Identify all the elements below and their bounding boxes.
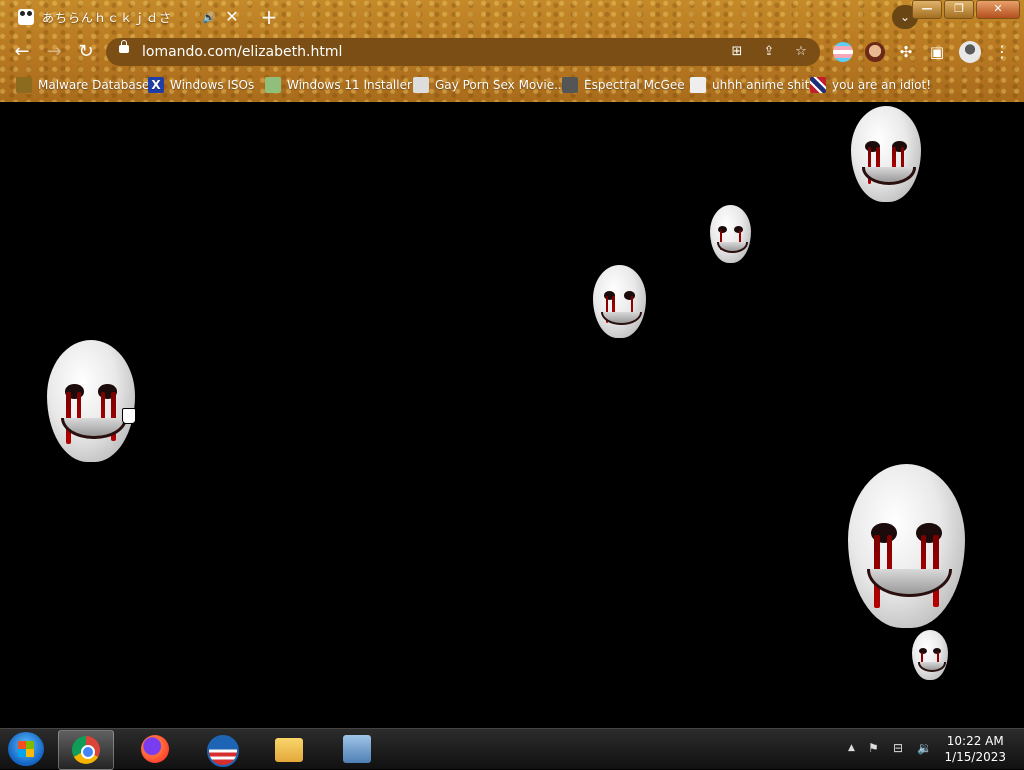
mask-image — [710, 205, 751, 263]
bookmark-label: Espectral McGee — [584, 78, 685, 92]
tab-close-icon[interactable]: ✕ — [224, 9, 240, 25]
face-extension-icon[interactable] — [865, 42, 885, 62]
url-text[interactable]: lomando.com/elizabeth.html — [142, 44, 342, 60]
navigation-toolbar: ← → ↻ lomando.com/elizabeth.html ⊞ ⇪ ☆ ✣… — [0, 34, 1024, 70]
taskbar: ▲ ⚑ ⊟ 🔉 10:22 AM 1/15/2023 — [0, 728, 1024, 770]
minimize-button[interactable]: — — [912, 0, 942, 19]
obama-icon — [207, 735, 239, 767]
tab-title: あちらんｈｃｋｊｄさ — [42, 10, 173, 25]
bookmark-you-are-an-idiot[interactable]: you are an idiot! — [810, 76, 931, 94]
file-explorer-icon — [275, 738, 303, 762]
taskbar-installer[interactable] — [330, 730, 384, 768]
reload-button[interactable]: ↻ — [74, 40, 98, 64]
profile-avatar-icon[interactable] — [959, 41, 981, 63]
back-button[interactable]: ← — [10, 40, 34, 64]
new-tab-button[interactable]: + — [258, 6, 280, 28]
bookmark-malware-database[interactable]: Malware Database — [16, 76, 149, 94]
x-icon: X — [148, 77, 164, 93]
start-orb-icon[interactable] — [8, 732, 44, 766]
bookmark-label: Windows ISOs — [170, 78, 255, 92]
system-clock[interactable]: 10:22 AM 1/15/2023 — [944, 733, 1006, 765]
tray-expand-icon[interactable]: ▲ — [848, 743, 855, 753]
clock-time: 10:22 AM — [946, 734, 1004, 748]
taskbar-firefox[interactable] — [128, 730, 182, 768]
tab-bar: あちらんｈｃｋｊｄさ 🔊 ✕ + ⌄ — ❐ ✕ — [0, 0, 1024, 34]
hand-cursor-icon — [122, 408, 136, 424]
share-icon[interactable]: ⇪ — [760, 43, 778, 61]
installer-icon — [265, 77, 281, 93]
bookmark-anime[interactable]: uhhh anime shit — [690, 76, 809, 94]
mask-image — [593, 265, 646, 338]
site-icon — [413, 77, 429, 93]
action-center-flag-icon[interactable]: ⚑ — [868, 741, 879, 755]
forward-button[interactable]: → — [42, 40, 66, 64]
bookmarks-bar: Malware Database X Windows ISOs Windows … — [0, 70, 1024, 100]
firefox-icon — [141, 735, 169, 763]
browser-window-frame: あちらんｈｃｋｊｄさ 🔊 ✕ + ⌄ — ❐ ✕ ← → ↻ lomando.c… — [0, 0, 1024, 102]
taskbar-chrome[interactable] — [58, 730, 114, 770]
puzzle-extension-icon[interactable]: ✣ — [897, 43, 915, 61]
bookmark-label: uhhh anime shit — [712, 78, 810, 92]
bookmark-label: Windows 11 Installer — [287, 78, 412, 92]
anime-icon — [690, 77, 706, 93]
bookmark-windows-isos[interactable]: X Windows ISOs — [148, 76, 254, 94]
restore-button[interactable]: ❐ — [944, 0, 974, 19]
installer-icon — [343, 735, 371, 763]
side-panel-icon[interactable]: ▣ — [928, 43, 946, 61]
mask-image — [851, 106, 921, 202]
network-icon[interactable]: ⊟ — [893, 741, 903, 755]
address-bar[interactable]: lomando.com/elizabeth.html ⊞ ⇪ ☆ — [106, 38, 820, 66]
bookmark-star-icon[interactable]: ☆ — [792, 43, 810, 61]
menu-kebab-icon[interactable]: ⋮ — [993, 43, 1011, 61]
volume-icon[interactable]: 🔉 — [917, 741, 932, 755]
bookmark-site[interactable]: Gay Porn Sex Movie... — [413, 76, 566, 94]
flag-icon — [810, 77, 826, 93]
translate-icon[interactable]: ⊞ — [728, 43, 746, 61]
bookmark-espectral-mcgee[interactable]: Espectral McGee — [562, 76, 685, 94]
tab-active[interactable]: あちらんｈｃｋｊｄさ 🔊 ✕ — [8, 2, 248, 32]
bookmark-windows-11-installer[interactable]: Windows 11 Installer — [265, 76, 412, 94]
taskbar-obama[interactable] — [194, 730, 248, 768]
trans-flag-extension-icon[interactable] — [833, 42, 853, 62]
clock-date: 1/15/2023 — [944, 750, 1006, 764]
bookmark-label: Gay Porn Sex Movie... — [435, 78, 566, 92]
cat-icon — [562, 77, 578, 93]
bookmark-label: Malware Database — [38, 78, 150, 92]
page-content — [0, 102, 1024, 728]
mask-image — [912, 630, 948, 680]
mask-image — [47, 340, 135, 462]
lock-icon[interactable] — [119, 40, 129, 53]
mask-image — [848, 464, 965, 628]
close-window-button[interactable]: ✕ — [976, 0, 1020, 19]
taskbar-file-explorer[interactable] — [262, 730, 316, 768]
bookmark-label: you are an idiot! — [832, 78, 931, 92]
window-controls: — ❐ ✕ — [910, 0, 1020, 19]
tab-favicon-icon — [18, 9, 34, 25]
folder-icon — [16, 77, 32, 93]
speaker-icon[interactable]: 🔊 — [202, 11, 216, 24]
